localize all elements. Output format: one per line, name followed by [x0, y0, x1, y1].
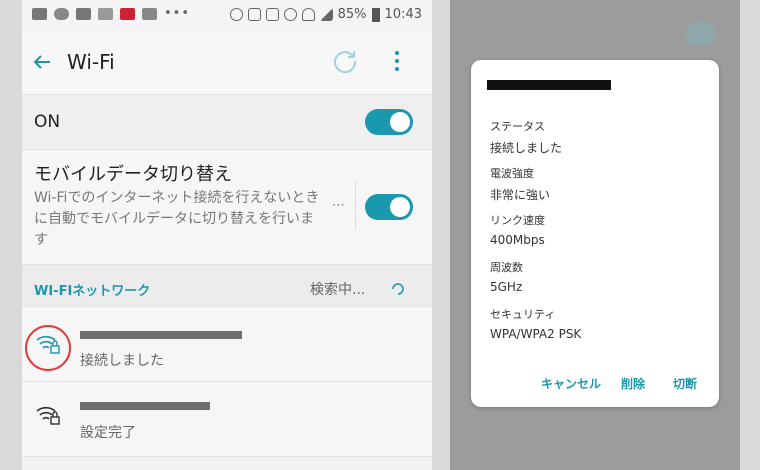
system-icons: 85% 10:43	[229, 7, 422, 22]
delete-button[interactable]: 削除	[621, 375, 645, 392]
line-icon	[54, 8, 69, 20]
page-title: Wi-Fi	[67, 50, 115, 74]
disconnect-button[interactable]: 切断	[673, 375, 697, 392]
divider	[355, 180, 356, 230]
networks-header-label: WI-FIネットワーク	[34, 284, 151, 299]
field-value: WPA/WPA2 PSK	[490, 327, 582, 341]
call-icon	[229, 8, 243, 21]
clock: 10:43	[384, 7, 422, 22]
vibrate-icon	[265, 8, 279, 21]
battery-percent: 85%	[337, 7, 367, 22]
wifi-toggle-switch[interactable]	[365, 109, 413, 135]
field-value: 5GHz	[490, 280, 523, 294]
network-name-redacted	[80, 331, 242, 339]
field-value: 接続しました	[490, 141, 563, 155]
app-notification-icon	[120, 8, 135, 20]
more-dots-icon: ⋯	[332, 198, 345, 213]
status-bar: ••• 85% 10:43	[22, 0, 432, 32]
network-item[interactable]: 接続しました	[22, 307, 432, 382]
dimmed-toggle	[686, 22, 716, 46]
toggle-knob	[390, 197, 410, 217]
field-label: 電波強度	[490, 167, 534, 180]
nfc-icon	[247, 8, 261, 21]
networks-section-header: WI-FIネットワーク 検索中...	[22, 265, 432, 307]
field-label: 周波数	[490, 261, 523, 274]
battery-icon	[371, 7, 380, 22]
status-field: ステータス 接続しました	[490, 118, 562, 156]
alarm-icon	[283, 8, 297, 21]
field-value: 非常に強い	[490, 188, 551, 202]
notification-icons: •••	[32, 6, 191, 21]
signal-strength-field: 電波強度 非常に強い	[490, 165, 550, 203]
back-arrow-icon[interactable]	[30, 50, 54, 74]
field-value: 400Mbps	[490, 233, 545, 247]
refresh-icon[interactable]	[332, 48, 358, 74]
link-speed-field: リンク速度 400Mbps	[490, 212, 545, 247]
signal-icon	[319, 8, 333, 21]
wifi-on-label: ON	[34, 112, 61, 132]
mail-icon	[142, 8, 157, 20]
network-name-redacted	[80, 402, 210, 410]
cancel-button[interactable]: キャンセル	[541, 375, 601, 392]
field-label: セキュリティ	[490, 308, 556, 321]
app-notification-icon	[76, 8, 91, 20]
field-label: ステータス	[490, 120, 545, 133]
network-status: 接続しました	[80, 353, 164, 369]
app-notification-icon	[32, 8, 47, 20]
scanning-label: 検索中...	[310, 282, 366, 298]
overflow-menu-icon[interactable]	[392, 48, 402, 74]
mobile-data-switch-description: Wi-Fiでのインターネット接続を行えないときに自動でモバイルデータに切り替えを…	[34, 190, 320, 248]
app-bar: Wi-Fi	[22, 32, 432, 95]
toggle-knob	[390, 112, 410, 132]
wifi-status-icon	[301, 8, 315, 21]
wifi-lock-icon	[36, 406, 60, 425]
dialog-title-redacted	[487, 80, 611, 90]
mobile-data-switch-row[interactable]: モバイルデータ切り替え Wi-Fiでのインターネット接続を行えないときに自動でモ…	[22, 150, 432, 265]
frequency-field: 周波数 5GHz	[490, 259, 523, 294]
scanning-spinner-icon	[392, 283, 404, 295]
wifi-master-toggle-row[interactable]: ON	[22, 95, 432, 150]
network-details-dialog: ステータス 接続しました 電波強度 非常に強い リンク速度 400Mbps 周波…	[471, 60, 719, 407]
field-label: リンク速度	[490, 214, 545, 227]
network-status: 設定完了	[80, 425, 136, 441]
mobile-data-toggle-switch[interactable]	[365, 194, 413, 220]
wifi-lock-icon	[36, 335, 60, 354]
image-icon	[98, 8, 113, 20]
network-item[interactable]: 設定完了	[22, 382, 432, 457]
mobile-data-switch-title: モバイルデータ切り替え	[34, 164, 232, 185]
security-field: セキュリティ WPA/WPA2 PSK	[490, 306, 581, 341]
phone-screen: ••• 85% 10:43 Wi-Fi ON モバイルデータ切り替え Wi-Fi…	[22, 0, 432, 470]
more-notifications-icon: •••	[164, 6, 191, 21]
